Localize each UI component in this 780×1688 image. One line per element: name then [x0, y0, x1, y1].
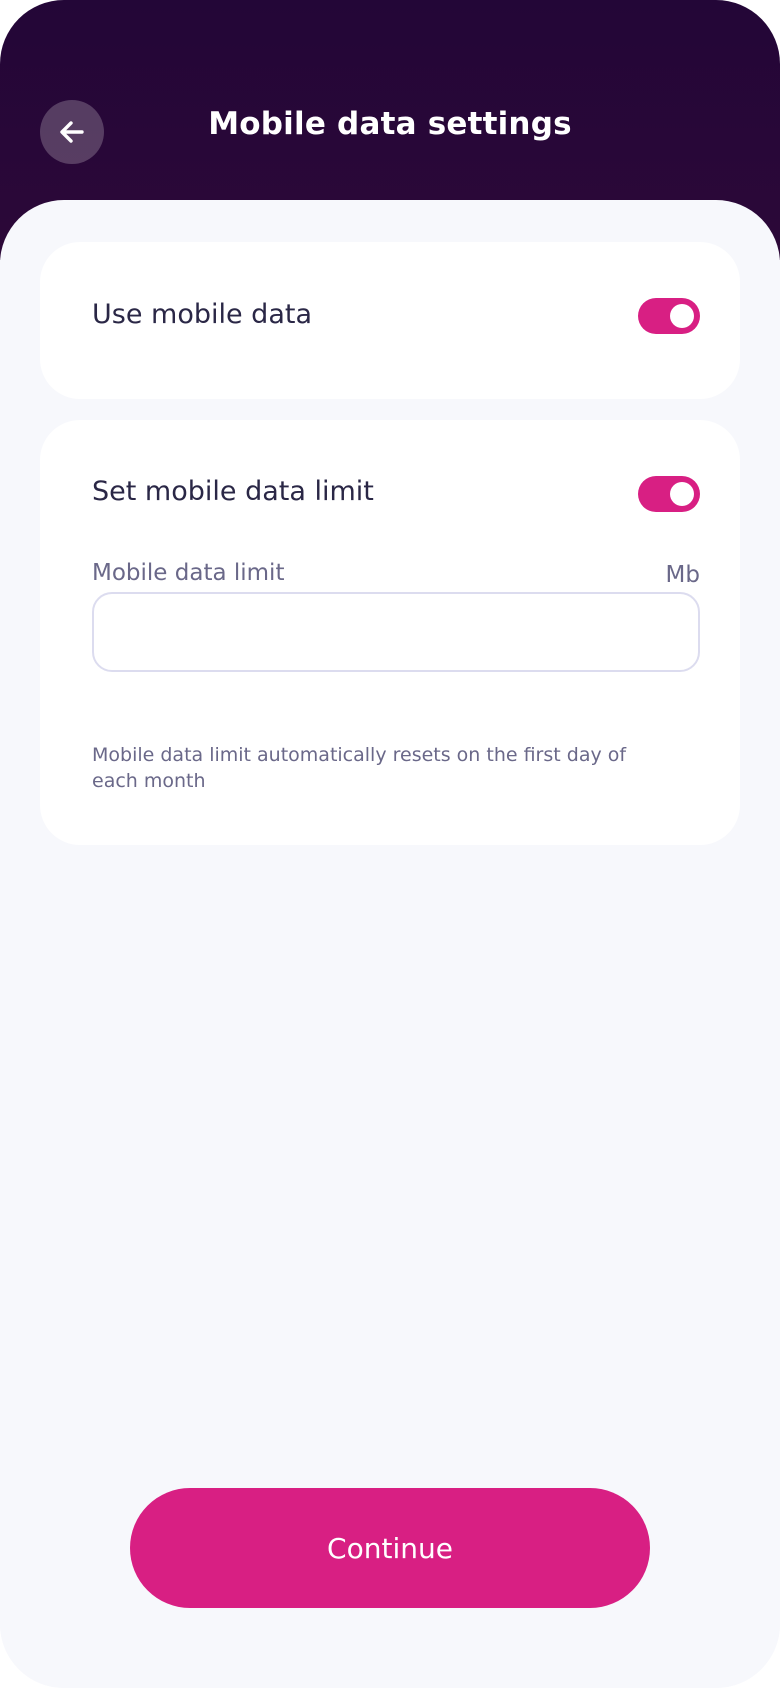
toggle-knob	[670, 304, 694, 328]
page-title: Mobile data settings	[208, 106, 572, 142]
data-limit-input[interactable]	[92, 592, 700, 672]
data-limit-helper-text: Mobile data limit automatically resets o…	[92, 744, 627, 792]
use-mobile-data-label: Use mobile data	[92, 299, 312, 330]
screen: Mobile data settings Use mobile data Set…	[0, 0, 780, 1688]
set-data-limit-label: Set mobile data limit	[92, 476, 374, 507]
content-panel: Use mobile data Set mobile data limit Mo…	[0, 200, 780, 1688]
use-mobile-data-card: Use mobile data	[40, 242, 740, 399]
data-limit-field-label: Mobile data limit	[92, 560, 285, 586]
data-limit-unit: Mb	[665, 562, 700, 588]
toggle-knob	[670, 482, 694, 506]
continue-button[interactable]: Continue	[130, 1488, 650, 1608]
use-mobile-data-toggle[interactable]	[638, 298, 700, 334]
data-limit-card: Set mobile data limit Mobile data limit …	[40, 420, 740, 845]
set-data-limit-toggle[interactable]	[638, 476, 700, 512]
